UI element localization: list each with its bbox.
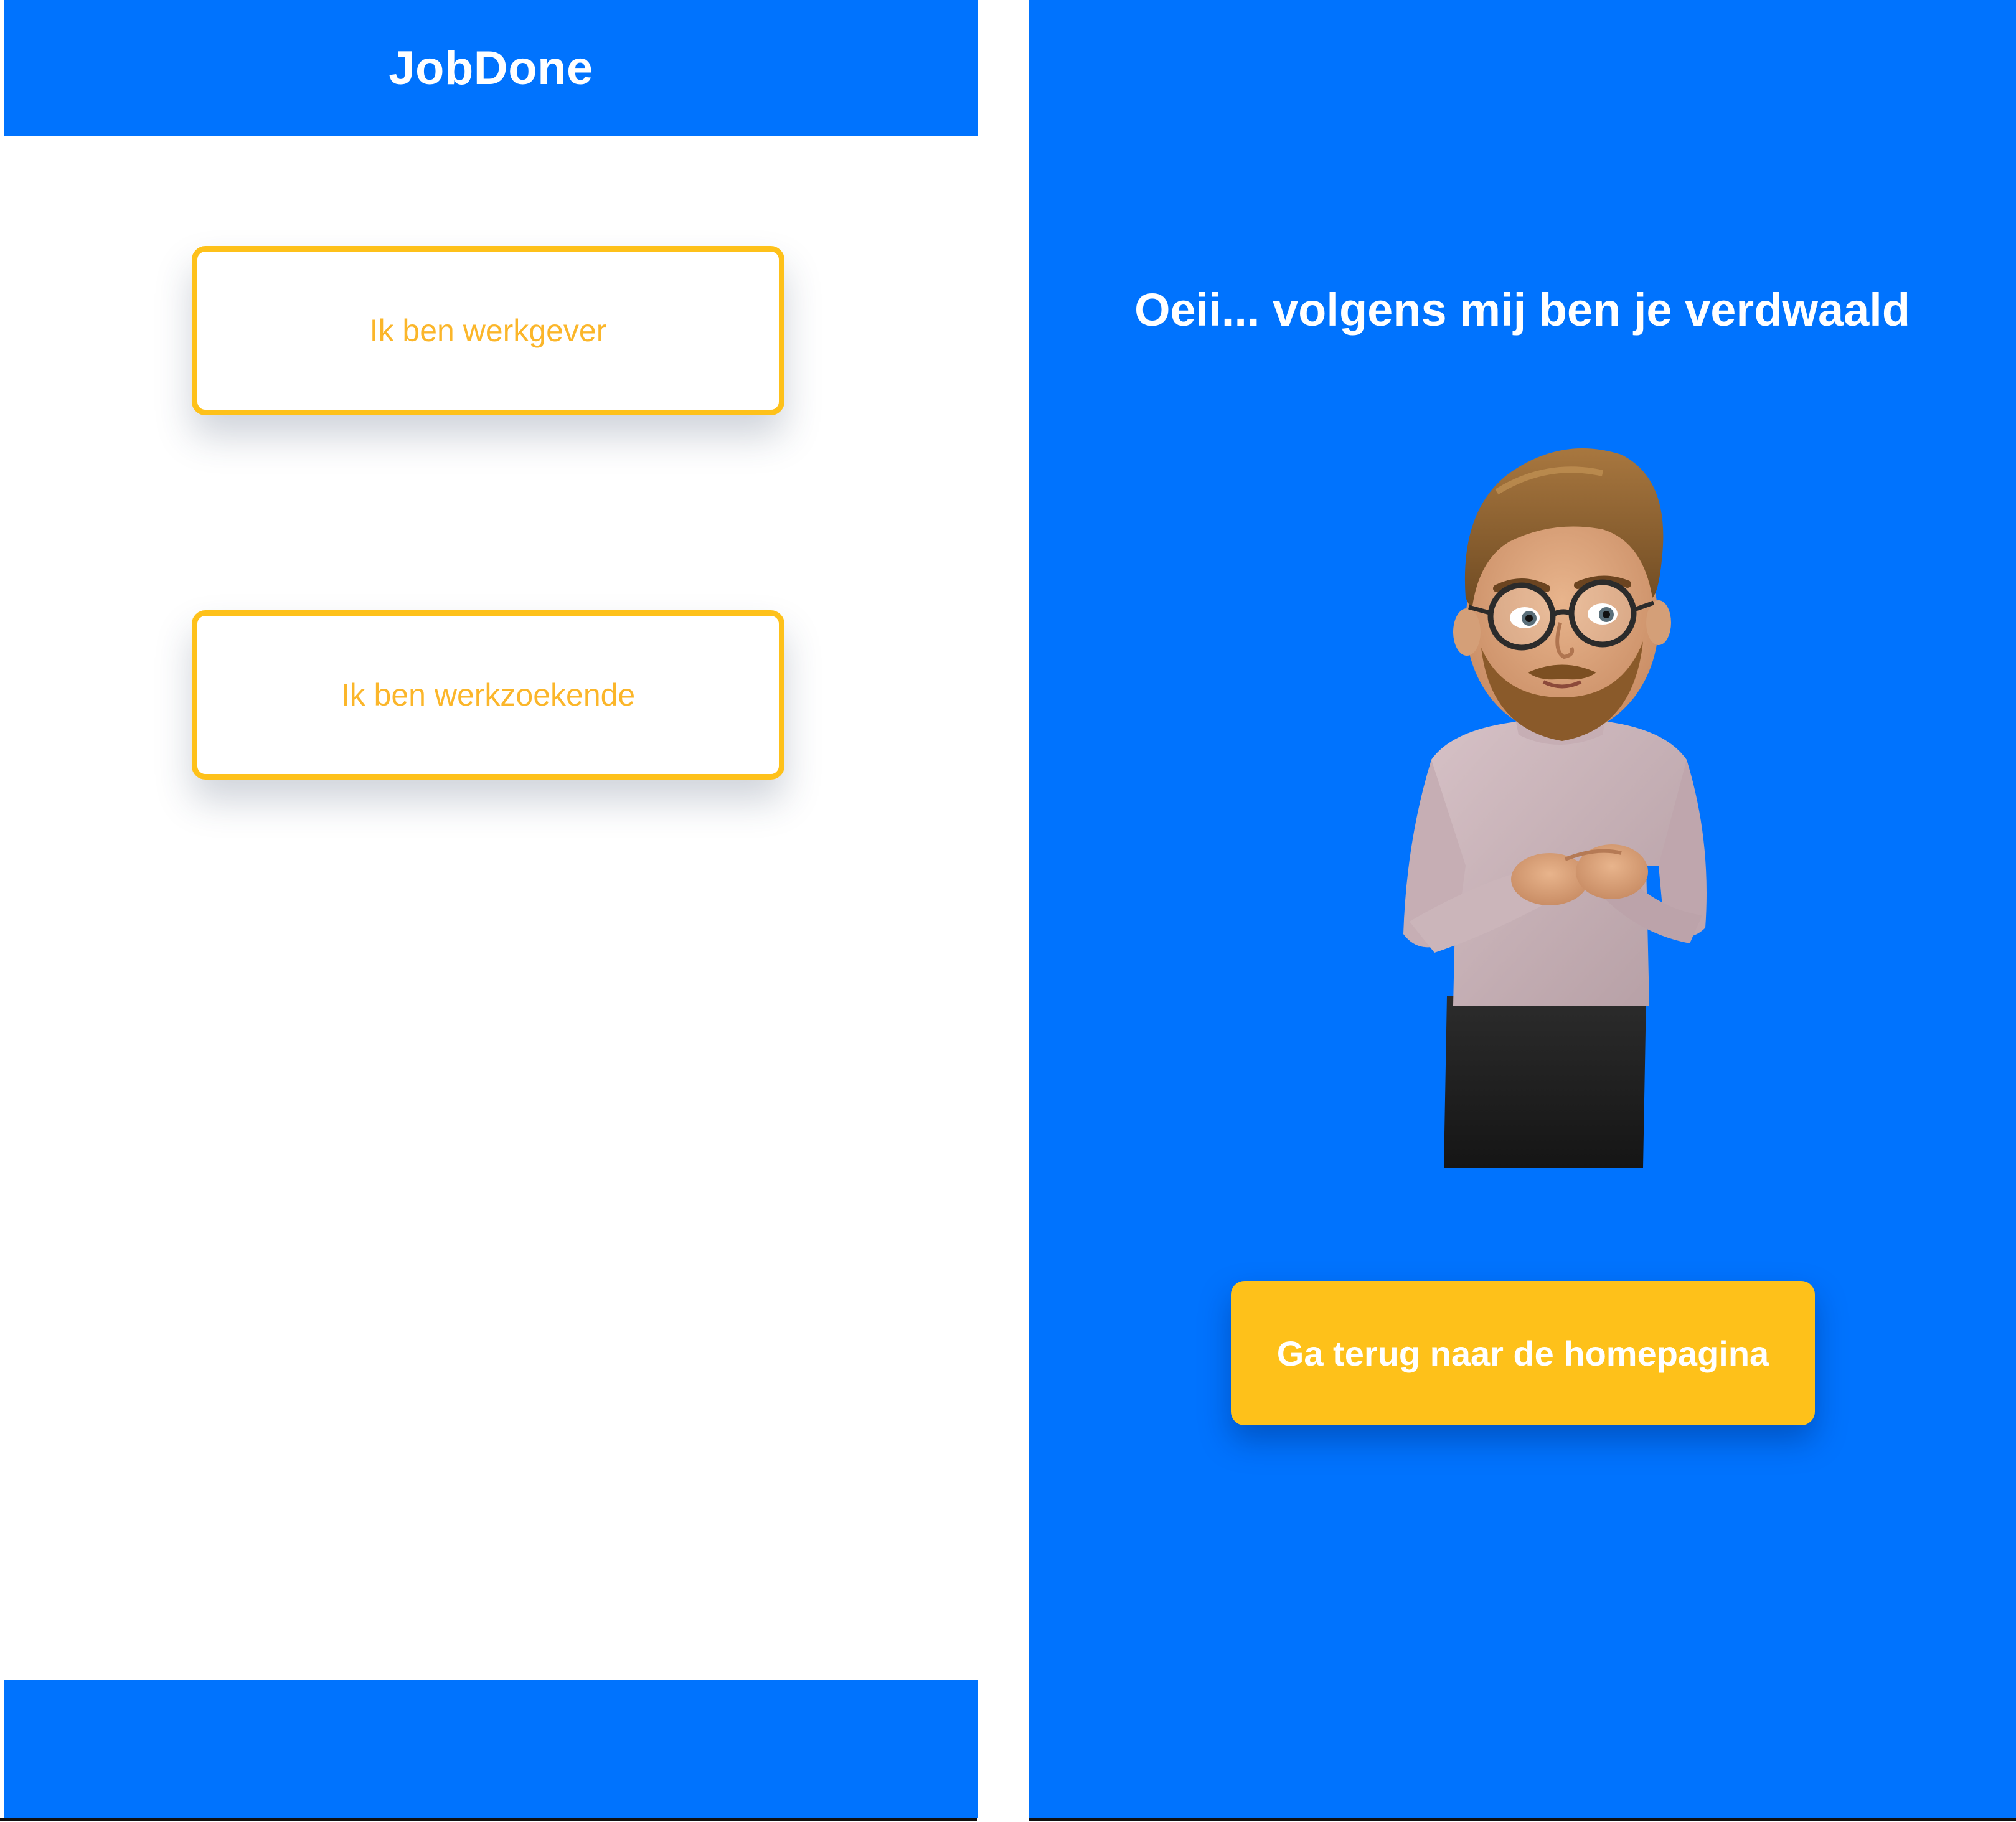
back-to-home-label: Ga terug naar de homepagina bbox=[1276, 1333, 1769, 1373]
canvas: JobDone Ik ben werkgever Ik ben werkzoek… bbox=[0, 0, 2016, 1822]
divider bbox=[1029, 1818, 2016, 1821]
employer-button-label: Ik ben werkgever bbox=[369, 313, 607, 348]
avatar-illustration bbox=[1403, 448, 1707, 1168]
divider bbox=[0, 1818, 977, 1821]
app-footer bbox=[4, 1680, 978, 1818]
role-selection-screen: JobDone Ik ben werkgever Ik ben werkzoek… bbox=[4, 0, 978, 1822]
not-found-screen: Oeii... volgens mij ben je verdwaald Ga … bbox=[1029, 0, 2016, 1820]
app-title: JobDone bbox=[389, 41, 593, 95]
jobseeker-button[interactable]: Ik ben werkzoekende bbox=[192, 610, 784, 780]
back-to-home-button[interactable]: Ga terug naar de homepagina bbox=[1231, 1281, 1815, 1425]
not-found-heading: Oeii... volgens mij ben je verdwaald bbox=[1134, 284, 1911, 336]
app-header: JobDone bbox=[4, 0, 978, 136]
employer-button[interactable]: Ik ben werkgever bbox=[192, 246, 784, 415]
jobseeker-button-label: Ik ben werkzoekende bbox=[341, 677, 636, 712]
